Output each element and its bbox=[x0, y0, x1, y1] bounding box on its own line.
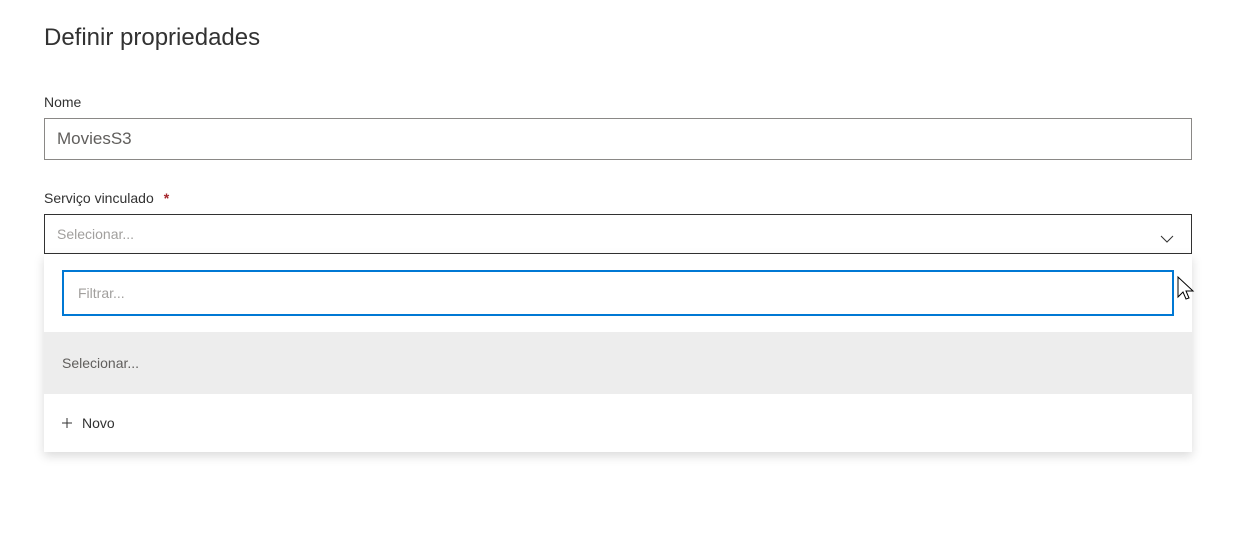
linked-service-field-group: Serviço vinculado * Selecionar... Seleci… bbox=[44, 190, 1192, 254]
dropdown-filter-input[interactable] bbox=[62, 270, 1174, 316]
dropdown-new-label: Novo bbox=[82, 415, 115, 431]
linked-service-dropdown: Selecionar... Novo bbox=[44, 254, 1192, 452]
dropdown-filter-wrap bbox=[44, 254, 1192, 332]
linked-service-select-placeholder: Selecionar... bbox=[57, 226, 134, 242]
name-label: Nome bbox=[44, 94, 1192, 110]
linked-service-select[interactable]: Selecionar... bbox=[44, 214, 1192, 254]
dropdown-new-option[interactable]: Novo bbox=[44, 394, 1192, 452]
dropdown-option-select[interactable]: Selecionar... bbox=[44, 332, 1192, 394]
name-field-group: Nome bbox=[44, 94, 1192, 160]
linked-service-label: Serviço vinculado * bbox=[44, 190, 1192, 206]
plus-icon bbox=[62, 418, 72, 428]
page-title: Definir propriedades bbox=[44, 24, 1192, 52]
dropdown-option-label: Selecionar... bbox=[62, 355, 139, 371]
linked-service-label-text: Serviço vinculado bbox=[44, 190, 154, 206]
name-input[interactable] bbox=[44, 118, 1192, 160]
chevron-down-icon bbox=[1160, 230, 1174, 246]
required-indicator: * bbox=[164, 190, 169, 206]
